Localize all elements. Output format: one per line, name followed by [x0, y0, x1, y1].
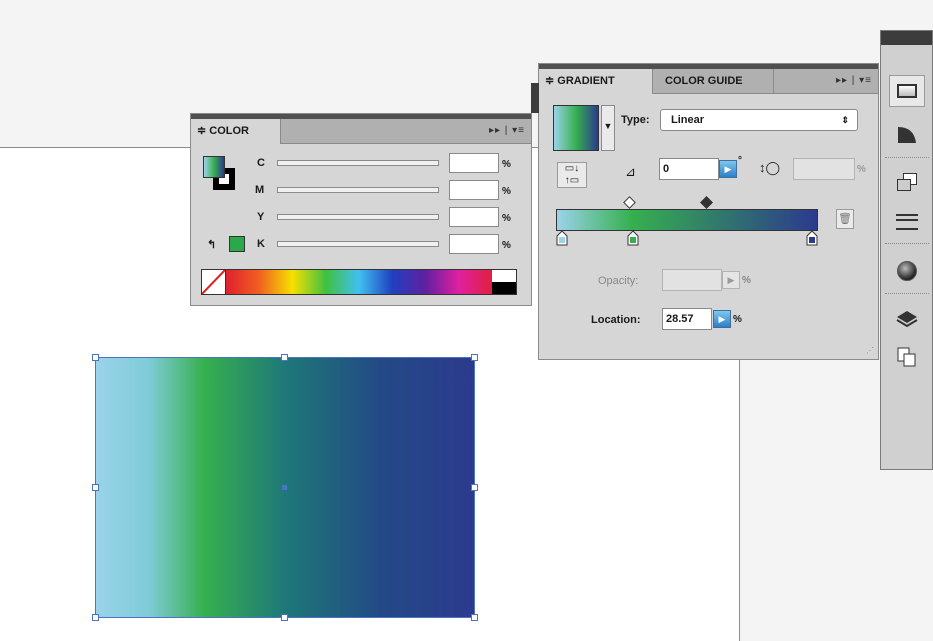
- unit-y: %: [502, 213, 511, 224]
- artboards-panel-button[interactable]: [889, 341, 925, 373]
- gradient-panel: ≑ GRADIENT COLOR GUIDE ▸▸ | ▾≡ ▼ Type: L…: [538, 63, 879, 360]
- spectrum-ramp[interactable]: [226, 270, 492, 294]
- location-unit: %: [733, 314, 742, 325]
- color-spectrum[interactable]: [201, 269, 517, 295]
- type-select-value: Linear: [671, 114, 705, 126]
- selection-handle-bm[interactable]: [281, 614, 288, 621]
- layers-icon: [896, 311, 918, 328]
- align-icon: [896, 214, 918, 230]
- panel-dock: [880, 30, 933, 470]
- channel-label-c: C: [257, 157, 265, 169]
- channel-label-y: Y: [257, 211, 265, 223]
- unit-m: %: [502, 186, 511, 197]
- stroke-icon: [897, 84, 917, 98]
- location-dropdown-button[interactable]: ▶: [713, 310, 731, 328]
- transparency-icon: [897, 173, 917, 191]
- artboard-edge-right: [739, 360, 740, 641]
- unit-c: %: [502, 159, 511, 170]
- color-panel: ≑ COLOR ▸▸ | ▾≡ C % M % Y % ↰ K %: [190, 113, 532, 306]
- opacity-dropdown-button[interactable]: ▶: [722, 271, 740, 289]
- select-arrows-icon: ⇕: [841, 115, 849, 125]
- fill-stroke-widget[interactable]: [203, 156, 235, 190]
- angle-unit: °: [738, 155, 742, 166]
- center-point: [282, 485, 287, 490]
- selection-handle-mr[interactable]: [471, 484, 478, 491]
- out-of-gamut-arrow-icon[interactable]: ↰: [207, 238, 216, 251]
- dock-separator: [885, 243, 929, 246]
- gradient-stop[interactable]: [806, 230, 818, 246]
- slider-c[interactable]: [277, 160, 439, 166]
- unit-k: %: [502, 240, 511, 251]
- input-m[interactable]: [449, 180, 499, 200]
- white-black-swatches[interactable]: [492, 270, 516, 294]
- location-label: Location:: [591, 314, 641, 326]
- selection-handle-tl[interactable]: [92, 354, 99, 361]
- none-color-icon[interactable]: [202, 270, 226, 294]
- hidden-panel-edge: [531, 83, 539, 113]
- tab-color-guide[interactable]: COLOR GUIDE: [659, 69, 774, 93]
- aspect-ratio-unit: %: [857, 164, 866, 175]
- layers-panel-button[interactable]: [889, 303, 925, 335]
- aspect-ratio-icon: ↕◯: [759, 160, 781, 175]
- gradient-presets-dropdown-icon[interactable]: ▼: [601, 105, 615, 151]
- gradient-panel-button[interactable]: [889, 119, 925, 151]
- input-k[interactable]: [449, 234, 499, 254]
- color-panel-menu-icon[interactable]: ▸▸ | ▾≡: [489, 119, 525, 143]
- align-panel-button[interactable]: [889, 206, 925, 238]
- dock-header[interactable]: [881, 31, 932, 45]
- angle-dropdown-button[interactable]: ▶: [719, 160, 737, 178]
- gradient-panel-tabbar: ≑ GRADIENT COLOR GUIDE ▸▸ | ▾≡: [539, 69, 878, 94]
- slider-m[interactable]: [277, 187, 439, 193]
- tab-color[interactable]: ≑ COLOR: [191, 119, 281, 144]
- gradient-thumbnail[interactable]: [553, 105, 599, 151]
- selection-handle-br[interactable]: [471, 614, 478, 621]
- midpoint-diamond[interactable]: [623, 196, 636, 209]
- color-panel-tabbar: ≑ COLOR ▸▸ | ▾≡: [191, 119, 531, 144]
- angle-input[interactable]: 0: [659, 158, 719, 180]
- delete-stop-trash-icon[interactable]: 🗑: [836, 209, 854, 229]
- opacity-unit: %: [742, 275, 751, 286]
- input-c[interactable]: [449, 153, 499, 173]
- appearance-icon: [897, 261, 917, 281]
- type-select[interactable]: Linear ⇕: [660, 109, 858, 131]
- type-label: Type:: [621, 114, 650, 126]
- channel-label-m: M: [255, 184, 265, 196]
- out-of-gamut-swatch[interactable]: [229, 236, 245, 252]
- gradient-panel-menu-icon[interactable]: ▸▸ | ▾≡: [836, 69, 872, 93]
- selection-handle-tm[interactable]: [281, 354, 288, 361]
- transparency-panel-button[interactable]: [889, 166, 925, 198]
- gradient-icon: [898, 127, 916, 143]
- selection-handle-tr[interactable]: [471, 354, 478, 361]
- input-y[interactable]: [449, 207, 499, 227]
- selection-handle-ml[interactable]: [92, 484, 99, 491]
- opacity-label: Opacity:: [598, 275, 639, 287]
- channel-label-k: K: [257, 238, 265, 250]
- gradient-stop[interactable]: [556, 230, 568, 246]
- midpoint-diamond-selected[interactable]: [700, 196, 713, 209]
- tab-gradient[interactable]: ≑ GRADIENT: [539, 69, 653, 94]
- slider-k[interactable]: [277, 241, 439, 247]
- reverse-gradient-icon: ▭↓ ↑▭: [564, 163, 580, 186]
- aspect-ratio-input[interactable]: [793, 158, 855, 180]
- artboards-icon: [897, 347, 916, 367]
- gradient-slider[interactable]: [556, 209, 818, 231]
- gradient-stop[interactable]: [627, 230, 639, 246]
- appearance-panel-button[interactable]: [889, 255, 925, 287]
- opacity-input[interactable]: [662, 269, 722, 291]
- selection-handle-bl[interactable]: [92, 614, 99, 621]
- dock-separator: [885, 157, 929, 160]
- dock-separator: [885, 293, 929, 296]
- slider-y[interactable]: [277, 214, 439, 220]
- reverse-gradient-button[interactable]: ▭↓ ↑▭: [557, 162, 587, 188]
- resize-grip-icon[interactable]: ⋰: [866, 346, 874, 355]
- fill-swatch[interactable]: [203, 156, 225, 178]
- stroke-panel-button[interactable]: [889, 75, 925, 107]
- location-input[interactable]: 28.57: [662, 308, 712, 330]
- angle-icon: ⊿: [625, 164, 636, 179]
